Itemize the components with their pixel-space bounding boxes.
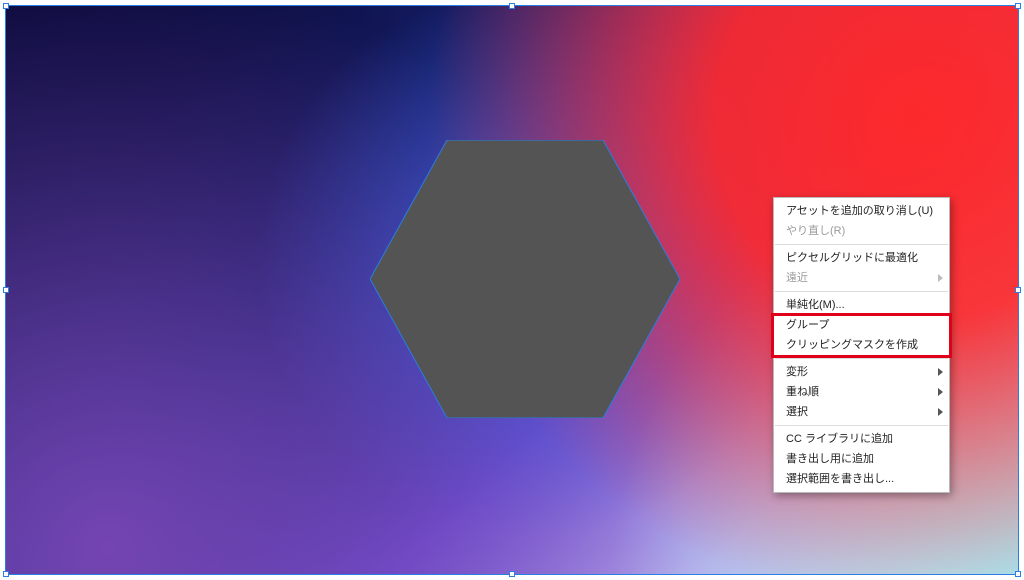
app-stage: アセットを追加の取り消し(U) やり直し(R) ピクセルグリッドに最適化遠近単純化(… (0, 0, 1024, 580)
menu-item[interactable]: ピクセルグリッドに最適化 (774, 248, 949, 268)
menu-item-label: 書き出し用に追加 (786, 453, 874, 465)
chevron-right-icon (938, 408, 943, 416)
menu-item[interactable]: 変形 (774, 362, 949, 382)
menu-item: やり直し(R) (774, 221, 949, 241)
menu-item-label: 遠近 (786, 272, 808, 284)
menu-item[interactable]: 単純化(M)... (774, 295, 949, 315)
menu-item[interactable]: アセットを追加の取り消し(U) (774, 201, 949, 221)
menu-item-label: 選択範囲を書き出し... (786, 473, 894, 485)
menu-item[interactable]: 選択 (774, 402, 949, 422)
menu-item[interactable]: 書き出し用に追加 (774, 449, 949, 469)
menu-item[interactable]: 重ね順 (774, 382, 949, 402)
chevron-right-icon (938, 368, 943, 376)
menu-item[interactable]: クリッピングマスクを作成 (774, 335, 949, 355)
menu-item-label: 重ね順 (786, 386, 819, 398)
menu-item-label: CC ライブラリに追加 (786, 433, 893, 445)
menu-item[interactable]: CC ライブラリに追加 (774, 429, 949, 449)
menu-separator (775, 291, 948, 292)
chevron-right-icon (938, 274, 943, 282)
menu-separator (775, 358, 948, 359)
menu-item-label: ピクセルグリッドに最適化 (786, 252, 918, 264)
context-menu[interactable]: アセットを追加の取り消し(U) やり直し(R) ピクセルグリッドに最適化遠近単純化(… (773, 197, 950, 493)
menu-item: 遠近 (774, 268, 949, 288)
hexagon-shape[interactable] (370, 140, 680, 418)
menu-separator (775, 244, 948, 245)
menu-item-label: やり直し(R) (786, 225, 845, 237)
menu-item-label: アセットを追加の取り消し(U) (786, 205, 933, 217)
chevron-right-icon (938, 388, 943, 396)
menu-item[interactable]: 選択範囲を書き出し... (774, 469, 949, 489)
menu-item-label: グループ (786, 319, 829, 331)
menu-separator (775, 425, 948, 426)
menu-item-label: 選択 (786, 406, 808, 418)
menu-item-label: 単純化(M)... (786, 299, 845, 311)
menu-item-label: クリッピングマスクを作成 (786, 339, 918, 351)
menu-item-label: 変形 (786, 366, 808, 378)
menu-item[interactable]: グループ (774, 315, 949, 335)
